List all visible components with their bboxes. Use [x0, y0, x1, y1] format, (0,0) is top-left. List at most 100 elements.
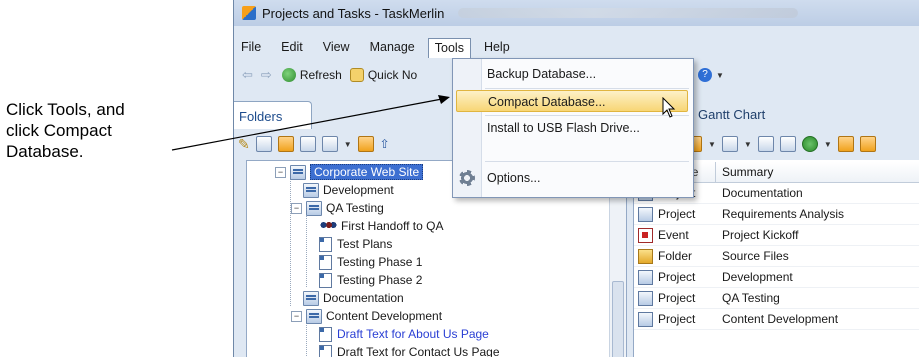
menu-item-backup-database[interactable]: Backup Database...: [487, 63, 596, 85]
project-icon: [303, 290, 319, 306]
tree-node-label: Development: [323, 183, 394, 197]
new-item-icon[interactable]: [321, 136, 338, 152]
table-row[interactable]: Project QA Testing: [634, 288, 919, 309]
summary-cell: Content Development: [722, 312, 839, 326]
quick-note-label: Quick No: [367, 68, 418, 82]
filter-icon[interactable]: [837, 136, 854, 152]
back-arrow-icon[interactable]: ⇦: [242, 67, 253, 83]
summary-cell: Project Kickoff: [722, 228, 799, 242]
menu-item-options[interactable]: Options...: [487, 167, 541, 189]
tree-node[interactable]: Development: [303, 181, 394, 199]
scroll-thumb[interactable]: [612, 281, 624, 357]
app-logo-icon: [242, 6, 256, 20]
project-icon: [306, 308, 322, 324]
item-type-cell: Event: [658, 228, 689, 242]
refresh-icon: [281, 68, 296, 82]
help-icon: ?: [698, 68, 712, 82]
tree-node[interactable]: − Corporate Web Site: [275, 163, 424, 181]
pencil-icon[interactable]: ✎: [238, 136, 250, 153]
tab-folders[interactable]: Folders: [234, 101, 312, 129]
menu-bar: File Edit View Manage Tools Help: [234, 36, 919, 58]
tree-node[interactable]: Testing Phase 2: [319, 271, 422, 289]
window-title: Projects and Tasks - TaskMerlin: [262, 5, 445, 21]
mouse-cursor-icon: [662, 97, 676, 118]
paste-icon[interactable]: [357, 136, 374, 152]
tree-node[interactable]: Draft Text for About Us Page: [319, 325, 489, 343]
menu-help[interactable]: Help: [477, 38, 517, 56]
tree-node-label: Testing Phase 2: [337, 273, 423, 287]
project-icon: [306, 200, 322, 216]
callout-line-1: Click Tools, and: [6, 100, 125, 119]
tree-node[interactable]: Testing Phase 1: [319, 253, 422, 271]
menu-edit[interactable]: Edit: [274, 38, 310, 56]
tree-node[interactable]: Draft Text for Contact Us Page: [319, 343, 500, 357]
folder-icon: [638, 248, 653, 264]
summary-cell: Documentation: [722, 186, 803, 200]
delete-icon[interactable]: [779, 136, 796, 152]
menu-file[interactable]: File: [234, 38, 268, 56]
menu-separator: [485, 161, 689, 162]
title-bar: Projects and Tasks - TaskMerlin: [234, 0, 919, 26]
project-icon: [638, 206, 653, 222]
project-icon: [638, 311, 653, 327]
event-icon: [638, 227, 653, 243]
table-row[interactable]: Event Project Kickoff: [634, 225, 919, 246]
summary-cell: Source Files: [722, 249, 789, 263]
callout-line-3: Database.: [6, 142, 84, 161]
chevron-down-icon: ▼: [716, 70, 724, 80]
table-row[interactable]: Folder Source Files: [634, 246, 919, 267]
item-toolbar: ▼ ▼ ▼: [686, 133, 876, 155]
item-type-cell: Project: [658, 312, 696, 326]
callout-line-2: click Compact: [6, 121, 112, 140]
tree-node[interactable]: − Content Development: [291, 307, 442, 325]
project-icon: [638, 290, 653, 306]
chevron-down-icon[interactable]: ▼: [344, 140, 352, 149]
new-project-icon[interactable]: [299, 136, 316, 152]
print-icon[interactable]: [757, 136, 774, 152]
tools-dropdown-menu: Backup Database... Compact Database... I…: [452, 58, 694, 198]
menu-manage[interactable]: Manage: [363, 38, 422, 56]
blurred-path: [458, 8, 799, 18]
tree-node[interactable]: − QA Testing: [291, 199, 384, 217]
tree-node-label[interactable]: Draft Text for About Us Page: [337, 327, 489, 341]
tree-node[interactable]: Test Plans: [319, 235, 392, 253]
tab-gantt-chart[interactable]: Gantt Chart: [698, 107, 765, 122]
tree-node[interactable]: Documentation: [303, 289, 404, 307]
tree-node-label: QA Testing: [326, 201, 384, 215]
new-item-icon[interactable]: [721, 136, 738, 152]
chevron-down-icon[interactable]: ▼: [708, 140, 716, 149]
gear-icon: [459, 170, 475, 186]
table-row[interactable]: Project Requirements Analysis: [634, 204, 919, 225]
tree-node-label: Documentation: [323, 291, 404, 305]
summary-cell: QA Testing: [722, 291, 780, 305]
task-icon: [319, 272, 332, 288]
table-row[interactable]: Project Development: [634, 267, 919, 288]
collapse-icon[interactable]: −: [291, 310, 302, 322]
tree-node[interactable]: First Handoff to QA: [319, 217, 444, 235]
people-icon: [319, 221, 337, 231]
menu-view[interactable]: View: [316, 38, 357, 56]
chevron-down-icon[interactable]: ▼: [824, 140, 832, 149]
item-type-cell: Folder: [658, 249, 693, 263]
menu-tools[interactable]: Tools: [427, 37, 471, 58]
project-icon: [638, 269, 653, 285]
edit-icon[interactable]: [255, 136, 272, 152]
complete-icon[interactable]: [801, 136, 818, 152]
tree-node-label: Draft Text for Contact Us Page: [337, 345, 500, 357]
menu-item-install-usb[interactable]: Install to USB Flash Drive...: [487, 117, 640, 139]
new-folder-icon[interactable]: [277, 136, 294, 152]
table-row[interactable]: Project Content Development: [634, 309, 919, 330]
column-header-summary[interactable]: Summary: [716, 162, 773, 182]
quick-note-button[interactable]: Quick No: [349, 68, 418, 82]
summary-cell: Requirements Analysis: [722, 207, 845, 221]
chevron-down-icon[interactable]: ▼: [744, 140, 752, 149]
task-icon: [319, 326, 332, 342]
refresh-button[interactable]: Refresh: [281, 68, 342, 82]
move-up-icon[interactable]: ⇧: [380, 137, 390, 151]
collapse-icon[interactable]: −: [275, 166, 286, 178]
view-icon[interactable]: [859, 136, 876, 152]
menu-item-compact-database[interactable]: Compact Database...: [456, 90, 688, 112]
collapse-icon[interactable]: −: [291, 202, 302, 214]
callout-text: Click Tools, and click Compact Database.: [6, 99, 206, 162]
forward-arrow-icon[interactable]: ⇨: [261, 67, 272, 83]
